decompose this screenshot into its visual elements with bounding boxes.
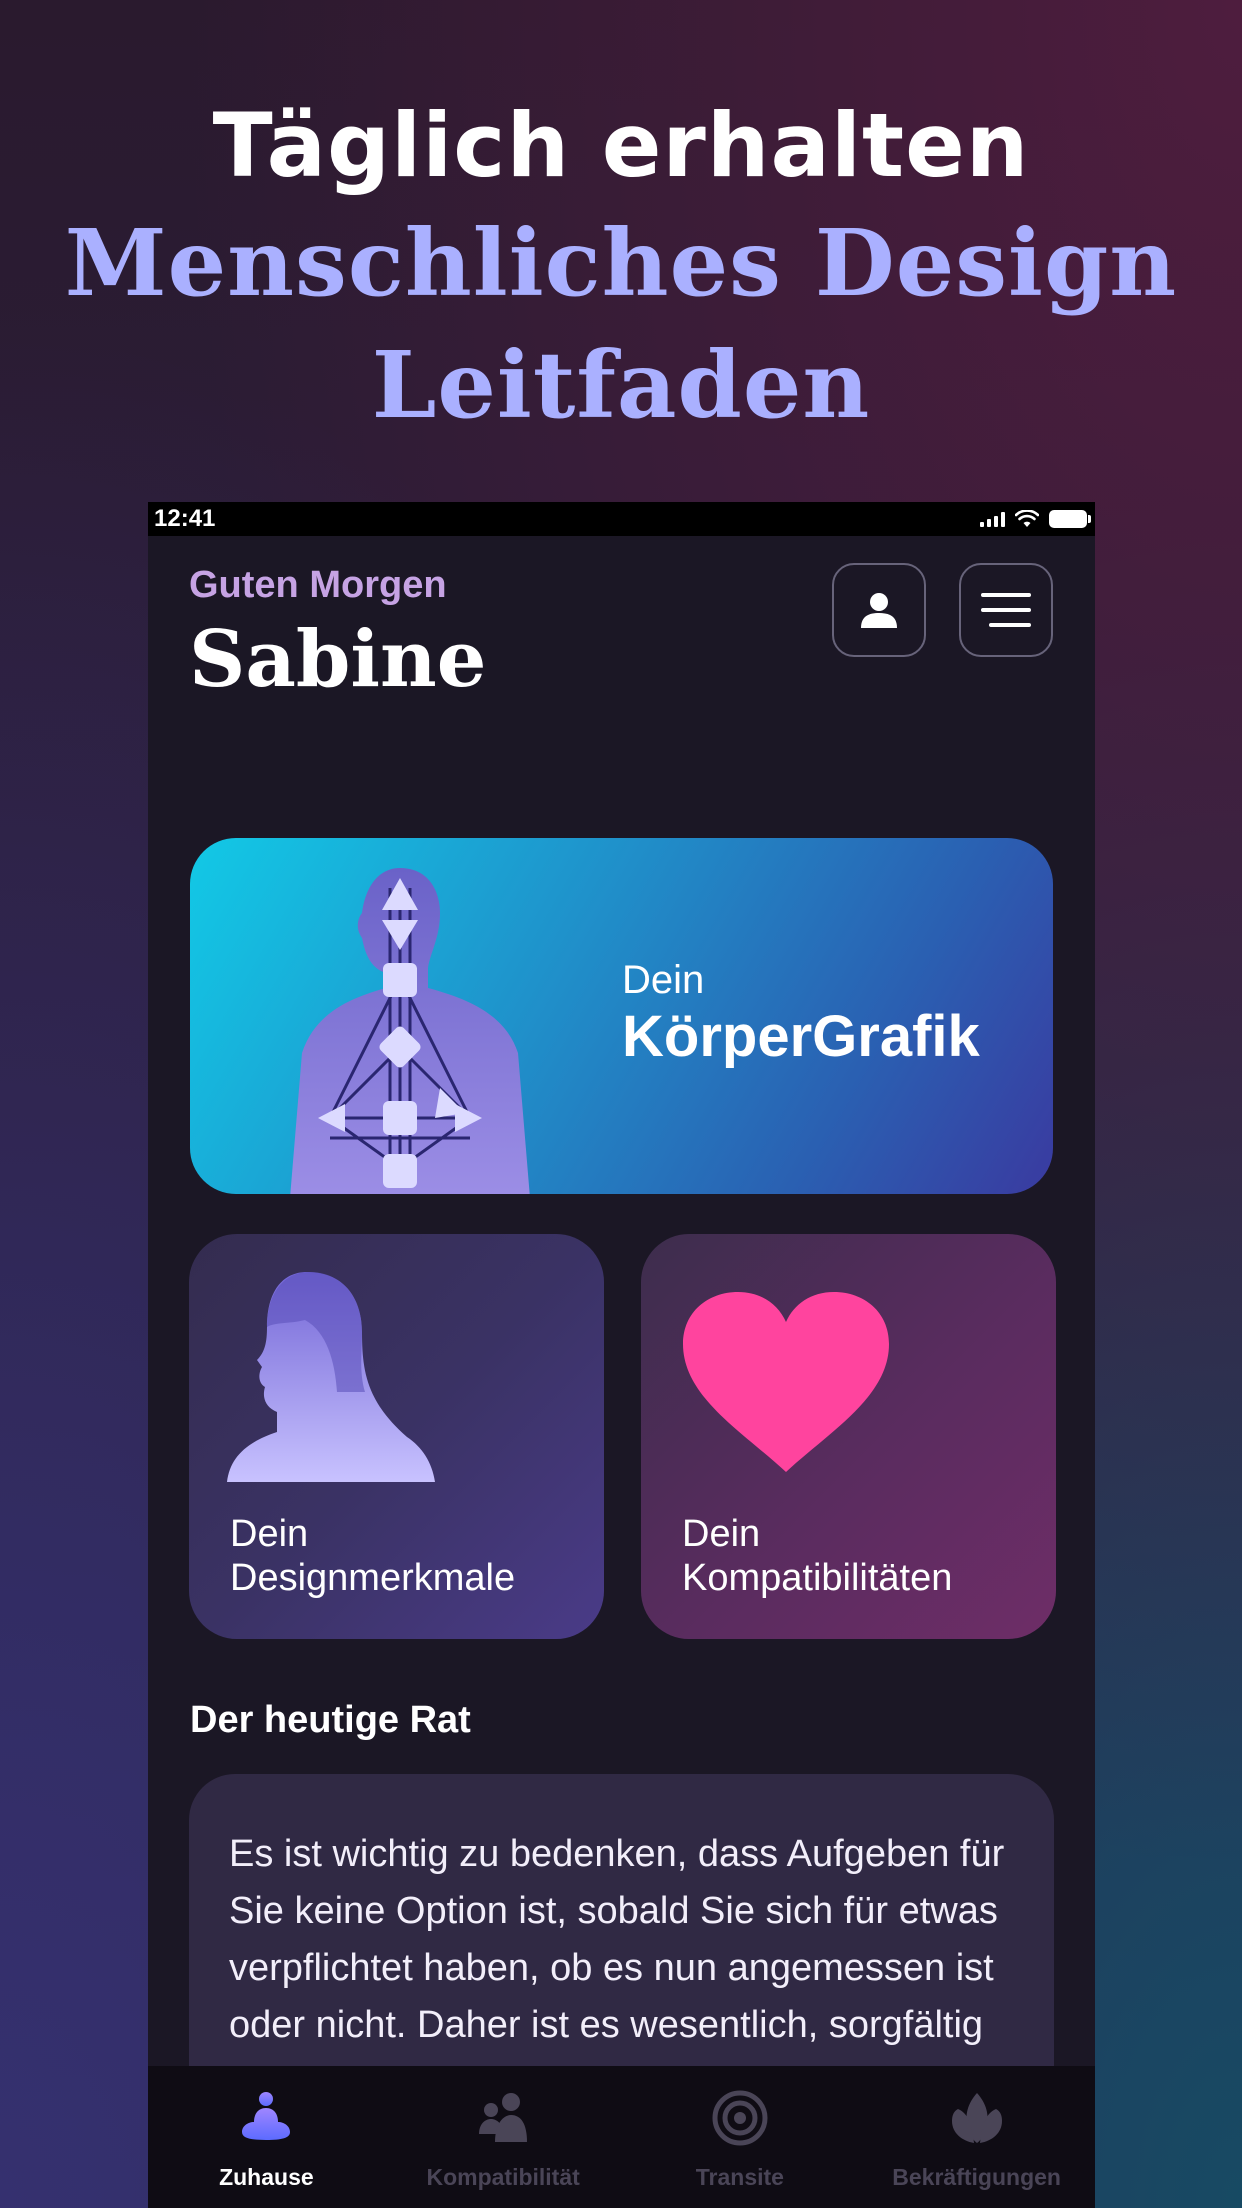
tab-label: Bekräftigungen <box>892 2164 1061 2190</box>
compatibility-label: Dein Kompatibilitäten <box>682 1513 953 1599</box>
design-traits-label: Dein Designmerkmale <box>230 1513 516 1599</box>
profile-button[interactable] <box>832 563 926 657</box>
signal-icon <box>980 511 1005 527</box>
body-graph-label-title: KörperGrafik <box>622 1004 980 1069</box>
headline-line-2: Menschliches Design <box>64 209 1178 317</box>
tab-label: Kompatibilität <box>426 2164 580 2190</box>
body-graph-card[interactable]: Dein KörperGrafik <box>190 838 1053 1194</box>
meditation-icon <box>234 2086 298 2150</box>
target-icon <box>708 2086 772 2150</box>
status-time: 12:41 <box>154 505 216 532</box>
user-name: Sabine <box>189 614 487 705</box>
body-graph-label-prefix: Dein <box>622 958 705 1002</box>
tab-compatibility[interactable]: Kompatibilität <box>385 2066 622 2208</box>
menu-button[interactable] <box>959 563 1053 657</box>
lotus-icon <box>945 2086 1009 2150</box>
advice-section-title: Der heutige Rat <box>190 1699 471 1741</box>
people-icon <box>471 2086 535 2150</box>
woman-profile-icon <box>227 1272 435 1482</box>
battery-icon <box>1049 510 1091 528</box>
wifi-icon <box>1015 510 1039 527</box>
tab-transits[interactable]: Transite <box>622 2066 859 2208</box>
tab-label: Zuhause <box>219 2164 314 2190</box>
design-traits-card[interactable]: Dein Designmerkmale <box>189 1234 604 1639</box>
body-graph-figure-icon <box>290 868 530 1194</box>
bottom-tab-bar: Zuhause Kompatibilität Transite Bekräfti… <box>148 2066 1095 2208</box>
headline-line-1: Täglich erhalten <box>212 94 1030 197</box>
user-icon <box>861 593 897 628</box>
phone-screen: 12:41 Guten Morgen Sabine Dein KörperGra… <box>148 502 1095 2208</box>
promo-headline: Täglich erhalten Menschliches Design Lei… <box>0 90 1242 446</box>
menu-icon <box>981 593 1031 627</box>
compatibility-card[interactable]: Dein Kompatibilitäten <box>641 1234 1056 1639</box>
status-bar: 12:41 <box>148 502 1095 536</box>
status-icons <box>980 510 1091 528</box>
tab-affirmations[interactable]: Bekräftigungen <box>858 2066 1095 2208</box>
tab-home[interactable]: Zuhause <box>148 2066 385 2208</box>
tab-label: Transite <box>695 2164 784 2190</box>
heart-icon <box>683 1292 889 1472</box>
headline-line-3: Leitfaden <box>371 331 871 439</box>
greeting-text: Guten Morgen <box>189 564 447 606</box>
